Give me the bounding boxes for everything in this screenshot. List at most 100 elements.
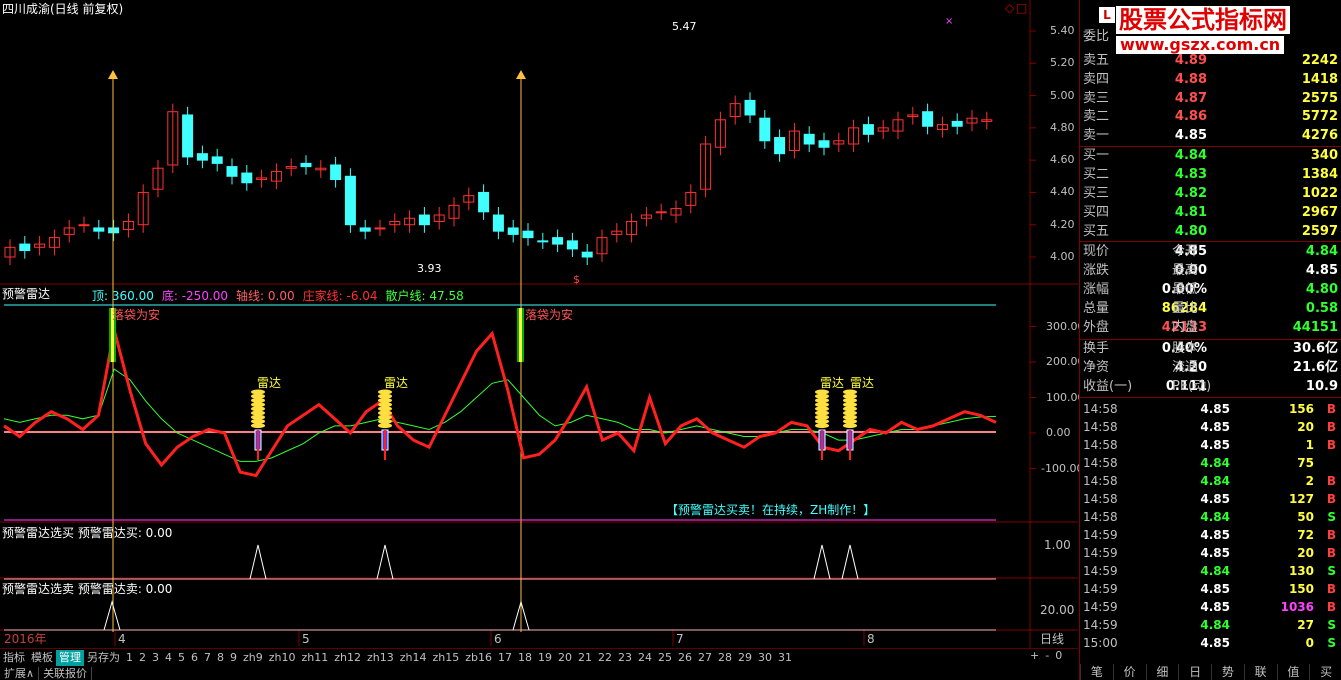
order-price: 4.87 (1174, 90, 1207, 106)
tick-volume: 130 (1288, 564, 1314, 578)
quote-value-right: 4.80 (1305, 282, 1338, 297)
indicator-tab[interactable]: 6 (188, 650, 201, 666)
candle-body (226, 166, 238, 177)
indicator-tab[interactable]: 3 (149, 650, 162, 666)
legend-item: 庄家线: -6.04 (302, 289, 378, 303)
indicator-tab[interactable]: zb16 (462, 650, 495, 666)
indicator-tab[interactable]: 30 (755, 650, 775, 666)
quote-label-left: 现价 (1083, 244, 1110, 259)
indicator-tab[interactable]: 9 (227, 650, 240, 666)
stock-title: 四川成渝(日线 前复权) (2, 2, 124, 16)
indicator-tab[interactable]: 20 (555, 650, 575, 666)
detail-tab[interactable]: 日 (1178, 664, 1211, 680)
candle-body (330, 164, 342, 181)
tick-row: 14:58 4.85 156 B (1080, 400, 1341, 418)
indicator-tab[interactable]: zh13 (364, 650, 397, 666)
indicator-tab[interactable]: zh11 (299, 650, 332, 666)
indicator-tab[interactable]: 31 (775, 650, 795, 666)
indicator-tab[interactable]: 管理 (56, 650, 84, 666)
order-row: 卖五 4.89 2242 (1080, 52, 1341, 70)
tick-volume: 20 (1297, 420, 1314, 434)
detail-tab[interactable]: 细 (1145, 664, 1179, 680)
low-price-marker: 3.93 (417, 262, 442, 275)
candle-body (182, 114, 194, 158)
indicator-tab[interactable]: 24 (635, 650, 655, 666)
indicator-tab[interactable]: zh12 (331, 650, 364, 666)
candle-body (537, 240, 549, 243)
quote-row: 涨幅 0.00% 最低 4.80 (1080, 281, 1341, 299)
radar-coin-3 (843, 423, 857, 429)
signal-label-1: 落袋为安 (525, 308, 574, 322)
detail-tab[interactable]: 联 (1243, 664, 1277, 680)
toolbar-button[interactable]: 扩展∧ (0, 666, 40, 680)
indicator-tab[interactable]: 8 (214, 650, 227, 666)
indicator-tab[interactable]: 26 (675, 650, 695, 666)
tick-time: 14:58 (1083, 456, 1118, 470)
indicator-tab[interactable]: zh10 (266, 650, 299, 666)
indicator-tab[interactable]: 7 (201, 650, 214, 666)
order-label: 卖三 (1083, 90, 1110, 106)
detail-tab[interactable]: 势 (1211, 664, 1244, 680)
candle-body (93, 227, 105, 232)
main-chart[interactable]: $× (0, 0, 1078, 648)
detail-tab[interactable]: 笔 (1080, 664, 1113, 680)
tick-time: 14:59 (1083, 564, 1118, 578)
detail-tab-bar: 笔价细日势联值买 (1080, 664, 1341, 680)
candle-body (492, 214, 504, 232)
order-volume: 5772 (1301, 109, 1338, 125)
bottom-toolbar: 扩展∧ 关联报价 (0, 666, 1078, 680)
indicator-tab[interactable]: 2 (136, 650, 149, 666)
window-box-icon[interactable]: □ (1016, 1, 1027, 15)
tick-volume: 20 (1297, 546, 1314, 560)
indicator-tab[interactable]: 25 (655, 650, 675, 666)
indicator-tab[interactable]: zh9 (240, 650, 266, 666)
tick-row: 14:58 4.85 127 B (1080, 490, 1341, 508)
candle-body (566, 240, 578, 250)
indicator-tab[interactable]: 29 (735, 650, 755, 666)
indicator-tab[interactable]: 19 (535, 650, 555, 666)
toolbar-button[interactable]: 关联报价 (39, 666, 93, 680)
zoom-button[interactable]: 0 (1055, 649, 1062, 662)
indicator-tab[interactable]: 17 (495, 650, 515, 666)
quote-label-right: 流通 (1172, 360, 1199, 375)
indicator-tab[interactable]: zh15 (430, 650, 463, 666)
candle-body (951, 120, 963, 127)
indicator-tab[interactable]: 28 (715, 650, 735, 666)
tick-volume: 156 (1288, 402, 1314, 416)
indicator-tab[interactable]: 21 (575, 650, 595, 666)
indicator-tab[interactable]: 22 (595, 650, 615, 666)
indicator-tab[interactable]: 5 (175, 650, 188, 666)
indicator-footer: 【预警雷达买卖！在持续，ZH制作！】 (666, 503, 876, 517)
radar-coin-1 (378, 423, 392, 429)
indicator-tab[interactable]: 另存为 (84, 650, 123, 666)
candle-body (774, 137, 786, 155)
candle-body (374, 227, 386, 230)
candle-body (418, 214, 430, 226)
indicator-tab[interactable]: 27 (695, 650, 715, 666)
indicator-tab[interactable]: 1 (123, 650, 136, 666)
order-row: 买五 4.80 2597 (1080, 223, 1341, 241)
period-label[interactable]: 日线 (1040, 632, 1064, 646)
detail-tab[interactable]: 值 (1276, 664, 1310, 680)
tick-price: 4.85 (1200, 546, 1230, 560)
zoom-button[interactable]: + (1030, 649, 1039, 662)
high-price-marker: 5.47 (672, 20, 697, 33)
detail-tab[interactable]: 买 (1309, 664, 1341, 680)
detail-tab[interactable]: 价 (1112, 664, 1146, 680)
tick-side: B (1326, 438, 1336, 452)
price-tick-label: 4.20 (1050, 217, 1075, 231)
tick-volume: 27 (1297, 618, 1314, 632)
indicator-tab[interactable]: 18 (515, 650, 535, 666)
indicator-tab[interactable]: 23 (615, 650, 635, 666)
indicator-tab[interactable]: 4 (162, 650, 175, 666)
tick-price: 4.84 (1200, 474, 1230, 488)
diamond-icon[interactable]: ◇ (1005, 1, 1014, 15)
radar-label-2: 雷达 (820, 376, 845, 390)
zoom-button[interactable]: - (1045, 649, 1049, 662)
tick-price: 4.85 (1200, 402, 1230, 416)
indicator-tab[interactable]: zh14 (397, 650, 430, 666)
indicator-tab[interactable]: 模板 (28, 650, 56, 666)
order-price: 4.86 (1174, 109, 1207, 125)
order-volume: 4276 (1301, 128, 1338, 144)
indicator-tab[interactable]: 指标 (0, 650, 28, 666)
